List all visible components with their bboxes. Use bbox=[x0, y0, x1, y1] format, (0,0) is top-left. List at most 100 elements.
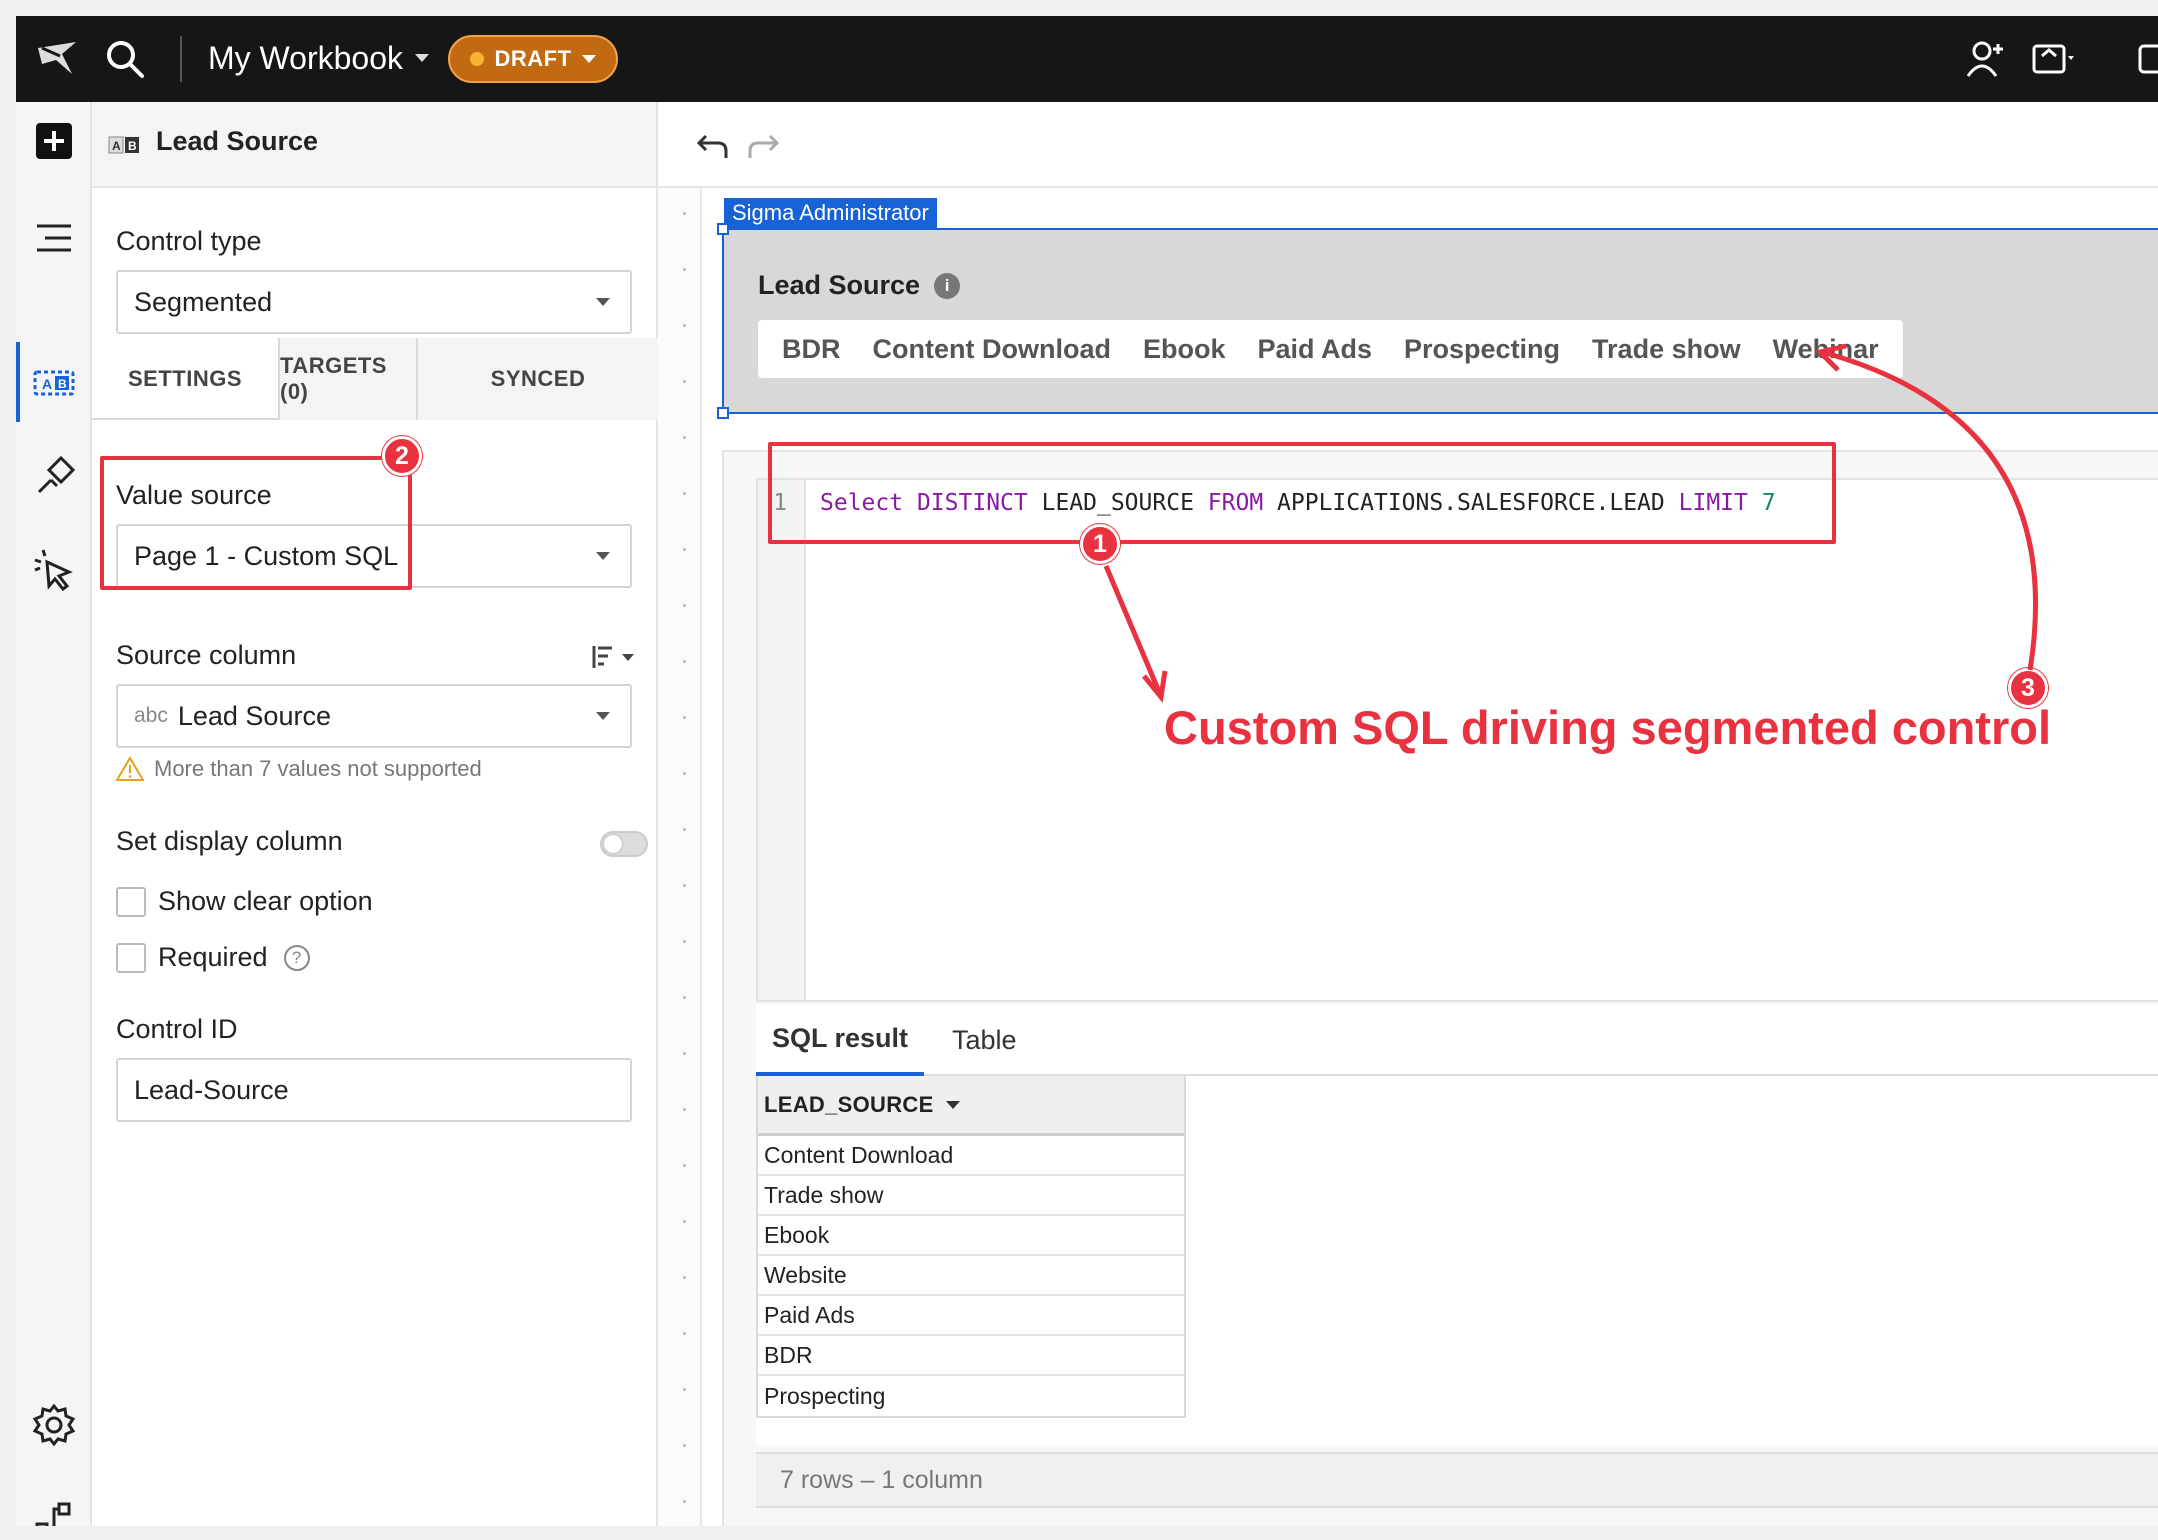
segment-option[interactable]: BDR bbox=[766, 334, 857, 365]
annotation-box-sql bbox=[768, 442, 1836, 544]
interaction-icon[interactable] bbox=[29, 546, 79, 596]
custom-sql-element: 1 Select DISTINCT LEAD_SOURCE FROM APPLI… bbox=[722, 450, 2158, 1526]
table-row: BDR bbox=[758, 1336, 1184, 1376]
app-window: My Workbook DRAFT A B A B Lead Source Co… bbox=[16, 16, 2158, 1526]
gutter-dot bbox=[683, 1276, 686, 1279]
control-editor-panel: A B Lead Source Control type Segmented S… bbox=[92, 102, 658, 1526]
add-user-icon[interactable] bbox=[1960, 34, 2010, 84]
required-checkbox[interactable] bbox=[116, 942, 146, 973]
sigma-logo-icon[interactable] bbox=[32, 34, 82, 84]
workbook-canvas: Sigma Administrator Lead Source i BDR Co… bbox=[658, 188, 2158, 1526]
left-rail: A B bbox=[16, 102, 92, 1526]
chevron-down-icon bbox=[596, 298, 610, 306]
draft-status-button[interactable]: DRAFT bbox=[448, 35, 618, 83]
table-row: Website bbox=[758, 1256, 1184, 1296]
warning-icon bbox=[116, 756, 144, 781]
tab-settings[interactable]: SETTINGS bbox=[92, 338, 278, 420]
chevron-down-icon bbox=[581, 55, 596, 63]
segment-option[interactable]: Prospecting bbox=[1388, 334, 1576, 365]
segmented-control-element[interactable]: Lead Source i BDR Content Download Ebook… bbox=[717, 223, 2158, 419]
tab-table[interactable]: Table bbox=[936, 1004, 1033, 1076]
settings-gear-icon[interactable] bbox=[29, 1400, 79, 1450]
info-icon[interactable]: i bbox=[934, 272, 961, 299]
resize-handle[interactable] bbox=[717, 407, 729, 419]
table-row: Ebook bbox=[758, 1216, 1184, 1256]
result-table: LEAD_SOURCE Content Download Trade show … bbox=[756, 1076, 1186, 1418]
control-type-label: Control type bbox=[116, 226, 262, 256]
table-row: Trade show bbox=[758, 1176, 1184, 1216]
gutter-dot bbox=[683, 1500, 686, 1503]
column-header-label: LEAD_SOURCE bbox=[764, 1091, 934, 1117]
control-id-input[interactable]: Lead-Source bbox=[116, 1058, 632, 1122]
undo-icon[interactable] bbox=[696, 128, 730, 162]
sync-icon[interactable] bbox=[2026, 34, 2076, 84]
control-type-select[interactable]: Segmented bbox=[116, 270, 632, 334]
control-id-value: Lead-Source bbox=[134, 1074, 289, 1105]
annotation-badge-2: 2 bbox=[382, 436, 422, 476]
outline-icon[interactable] bbox=[29, 214, 79, 264]
gutter-dot bbox=[683, 1108, 686, 1111]
redo-icon[interactable] bbox=[746, 128, 780, 162]
svg-text:B: B bbox=[128, 139, 137, 153]
search-icon[interactable] bbox=[100, 34, 150, 84]
resize-handle[interactable] bbox=[717, 223, 729, 235]
gutter-dot bbox=[683, 380, 686, 383]
source-column-label: Source column bbox=[116, 640, 297, 670]
more-icon[interactable] bbox=[2126, 34, 2158, 84]
values-warning: More than 7 values not supported bbox=[116, 756, 482, 782]
show-clear-checkbox[interactable] bbox=[116, 886, 146, 917]
tab-targets[interactable]: TARGETS (0) bbox=[278, 338, 416, 420]
hierarchy-icon[interactable] bbox=[29, 1494, 79, 1526]
result-tabs: SQL result Table bbox=[756, 1004, 2158, 1076]
required-row: Required ? bbox=[116, 942, 310, 973]
topbar-divider bbox=[180, 36, 182, 82]
gutter-dot bbox=[683, 884, 686, 887]
gutter-dot bbox=[683, 940, 686, 943]
gutter-dot bbox=[683, 548, 686, 551]
sort-options-icon[interactable] bbox=[590, 642, 638, 672]
panel-tabs: SETTINGS TARGETS (0) SYNCED bbox=[92, 338, 658, 420]
segment-option[interactable]: Webinar bbox=[1757, 334, 1895, 365]
gutter-dot bbox=[683, 1444, 686, 1447]
segment-option[interactable]: Trade show bbox=[1576, 334, 1757, 365]
result-column-header[interactable]: LEAD_SOURCE bbox=[758, 1076, 1184, 1136]
column-type-label: abc bbox=[134, 704, 168, 727]
gutter-dot bbox=[683, 716, 686, 719]
chevron-down-icon bbox=[945, 1100, 960, 1109]
gutter-dot bbox=[683, 604, 686, 607]
display-column-label: Set display column bbox=[116, 826, 343, 856]
sql-result-body: LEAD_SOURCE Content Download Trade show … bbox=[756, 1076, 2158, 1446]
line-number-gutter: 1 bbox=[758, 480, 806, 1000]
format-icon[interactable] bbox=[29, 452, 79, 502]
source-column-select[interactable]: abc Lead Source bbox=[116, 684, 632, 748]
plus-icon[interactable] bbox=[29, 116, 79, 166]
segment-option[interactable]: Ebook bbox=[1127, 334, 1242, 365]
gutter-dot bbox=[683, 1332, 686, 1335]
gutter-dot bbox=[683, 660, 686, 663]
control-id-label: Control ID bbox=[116, 1014, 238, 1044]
tab-synced[interactable]: SYNCED bbox=[416, 338, 658, 420]
chevron-down-icon bbox=[596, 712, 610, 720]
control-title-row: Lead Source i bbox=[758, 270, 961, 301]
canvas-toolbar bbox=[658, 102, 2158, 188]
draft-label: DRAFT bbox=[494, 46, 572, 71]
annotation-box-value-source bbox=[100, 456, 412, 590]
display-column-toggle[interactable] bbox=[600, 831, 648, 857]
gutter-dot bbox=[683, 1052, 686, 1055]
gutter-dot bbox=[683, 828, 686, 831]
segment-option[interactable]: Content Download bbox=[857, 334, 1127, 365]
segment-option[interactable]: Paid Ads bbox=[1241, 334, 1388, 365]
svg-text:B: B bbox=[58, 377, 67, 391]
control-element-icon[interactable]: A B bbox=[29, 358, 79, 408]
admin-label: Sigma Administrator bbox=[724, 198, 937, 228]
table-row: Prospecting bbox=[764, 1382, 886, 1409]
help-icon[interactable]: ? bbox=[283, 944, 310, 971]
gutter-dot bbox=[683, 212, 686, 215]
show-clear-option-row: Show clear option bbox=[116, 886, 373, 917]
gutter-dot bbox=[683, 772, 686, 775]
workbook-title-menu[interactable]: My Workbook bbox=[208, 38, 430, 78]
panel-title: Lead Source bbox=[156, 126, 319, 156]
gutter-dot bbox=[683, 1164, 686, 1167]
tab-sql-result[interactable]: SQL result bbox=[756, 1004, 925, 1076]
gutter-dot bbox=[683, 324, 686, 327]
